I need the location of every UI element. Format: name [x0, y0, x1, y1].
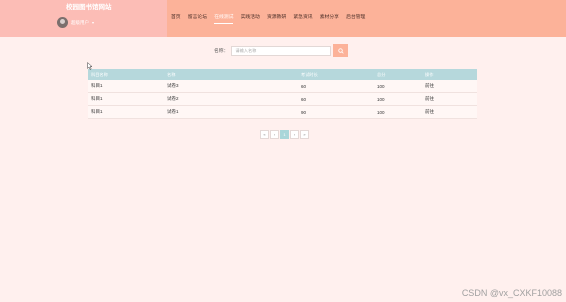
search-label: 名称：	[214, 49, 229, 54]
username[interactable]: 超级用户	[71, 20, 89, 26]
main-nav: 首页 留言论坛 在线测试 实践活动 资源教研 紧急资讯 素材分享 后台管理	[171, 13, 373, 24]
col-header-action: 操作	[422, 69, 477, 80]
go-exam-link[interactable]: 前往	[425, 83, 434, 88]
watermark: CSDN @vx_CXKF10088	[461, 288, 562, 298]
table-row: 科目1 试卷3 60 100 前往	[88, 80, 477, 93]
cell-name: 试卷1	[164, 105, 298, 119]
col-header-score: 总分	[374, 69, 422, 80]
cell-subject: 科目1	[88, 92, 164, 106]
nav-item-online-test[interactable]: 在线测试	[214, 13, 234, 24]
col-header-duration: 考试时长	[298, 69, 374, 80]
mouse-cursor-icon	[87, 62, 93, 70]
table-header-row: 科目名称 名称 考试时长 总分 操作	[88, 69, 477, 80]
top-header: 校园图书馆网站 超级用户 ▾ 首页 留言论坛 在线测试 实践活动 资源教研 紧急…	[0, 0, 566, 37]
nav-item-home[interactable]: 首页	[171, 13, 181, 20]
exam-table: 科目名称 名称 考试时长 总分 操作 科目1 试卷3 60 100 前往 科目1…	[88, 69, 477, 119]
nav-item-materials[interactable]: 素材分享	[320, 13, 339, 20]
col-header-name: 名称	[164, 69, 298, 80]
user-menu[interactable]: 超级用户 ▾	[57, 17, 94, 28]
cell-subject: 科目1	[88, 105, 164, 119]
search-button[interactable]	[333, 44, 349, 57]
cell-name: 试卷2	[164, 92, 298, 106]
nav-item-forum[interactable]: 留言论坛	[188, 13, 207, 20]
nav-item-admin[interactable]: 后台管理	[346, 13, 365, 20]
last-page-button[interactable]: »	[300, 130, 309, 139]
table-row: 科目1 试卷1 90 100 前往	[88, 105, 477, 119]
cell-duration: 60	[298, 80, 374, 93]
search-input[interactable]	[231, 45, 332, 56]
prev-page-button[interactable]: ‹	[270, 130, 279, 139]
search-icon	[338, 47, 344, 54]
nav-item-activities[interactable]: 实践活动	[241, 13, 260, 20]
search-bar: 名称：	[214, 44, 349, 57]
go-exam-link[interactable]: 前往	[425, 96, 434, 101]
col-header-subject: 科目名称	[88, 69, 164, 80]
next-page-button[interactable]: ›	[290, 130, 299, 139]
cell-duration: 60	[298, 92, 374, 106]
cell-name: 试卷3	[164, 80, 298, 93]
site-title: 校园图书馆网站	[66, 4, 112, 11]
first-page-button[interactable]: «	[260, 130, 269, 139]
nav-item-resources[interactable]: 资源教研	[267, 13, 286, 20]
cell-score: 100	[374, 105, 422, 119]
nav-item-news[interactable]: 紧急资讯	[293, 13, 312, 20]
pagination: « ‹ 1 › »	[260, 130, 310, 139]
cell-duration: 90	[298, 105, 374, 119]
avatar[interactable]	[57, 17, 68, 28]
table-row: 科目1 试卷2 60 100 前往	[88, 92, 477, 106]
chevron-down-icon[interactable]: ▾	[92, 20, 94, 25]
cell-score: 100	[374, 92, 422, 106]
cell-score: 100	[374, 80, 422, 93]
brand-area: 校园图书馆网站 超级用户 ▾	[0, 0, 167, 37]
page-1-button[interactable]: 1	[280, 130, 289, 139]
cell-subject: 科目1	[88, 80, 164, 93]
go-exam-link[interactable]: 前往	[425, 109, 434, 114]
